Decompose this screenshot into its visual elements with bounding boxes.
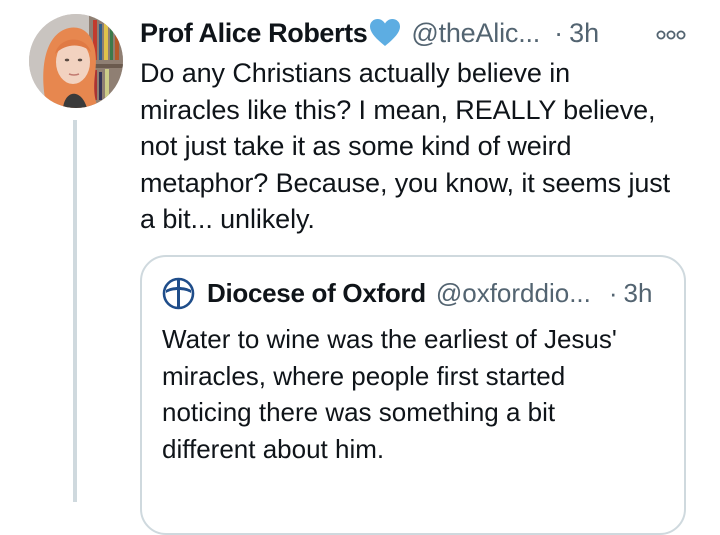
tweet-text: Do any Christians actually believe in mi… (140, 55, 700, 238)
quoted-tweet-timestamp[interactable]: 3h (624, 278, 653, 309)
thread-line (73, 120, 77, 502)
quoted-tweet-card[interactable]: Diocese of Oxford @oxforddio... · 3h Wat… (140, 255, 686, 535)
tweet-text-line: not just take it as some kind of weird (140, 131, 572, 161)
separator-dot: · (554, 17, 564, 48)
quoted-tweet-header: Diocese of Oxford @oxforddio... · 3h (162, 275, 652, 311)
tweet[interactable]: Prof Alice Roberts @theAlic... · 3h Do a… (0, 0, 720, 535)
tweet-header: Prof Alice Roberts @theAlic... · 3h (140, 14, 700, 52)
tweet-text-line: a bit... unlikely. (140, 204, 315, 234)
quoted-text-line: miracles, where people first started (162, 360, 566, 391)
tweet-text-line: metaphor? Because, you know, it seems ju… (140, 167, 671, 198)
diocese-cross-logo-icon[interactable] (162, 277, 195, 310)
quoted-author-handle[interactable]: @oxforddio... (436, 278, 591, 309)
author-avatar[interactable] (29, 14, 123, 108)
quoted-separator-dot: · (608, 277, 618, 308)
blue-heart-icon (369, 18, 401, 48)
tweet-timestamp[interactable]: 3h (569, 18, 599, 49)
author-name[interactable]: Prof Alice Roberts (140, 18, 368, 49)
quoted-text-line: different about him. (162, 433, 385, 464)
quoted-tweet-text: Water to wine was the earliest of Jesus'… (162, 321, 672, 467)
tweet-text-line: miracles like this? I mean, REALLY belie… (140, 94, 656, 125)
tweet-text-line: Do any Christians actually believe in (140, 58, 571, 88)
quoted-text-line: Water to wine was the earliest of Jesus' (162, 324, 617, 354)
quoted-author-name[interactable]: Diocese of Oxford (207, 278, 426, 309)
quoted-text-line: noticing there was something a bit (162, 397, 556, 427)
more-options-icon[interactable] (654, 24, 688, 46)
author-handle[interactable]: @theAlic... (411, 18, 540, 49)
